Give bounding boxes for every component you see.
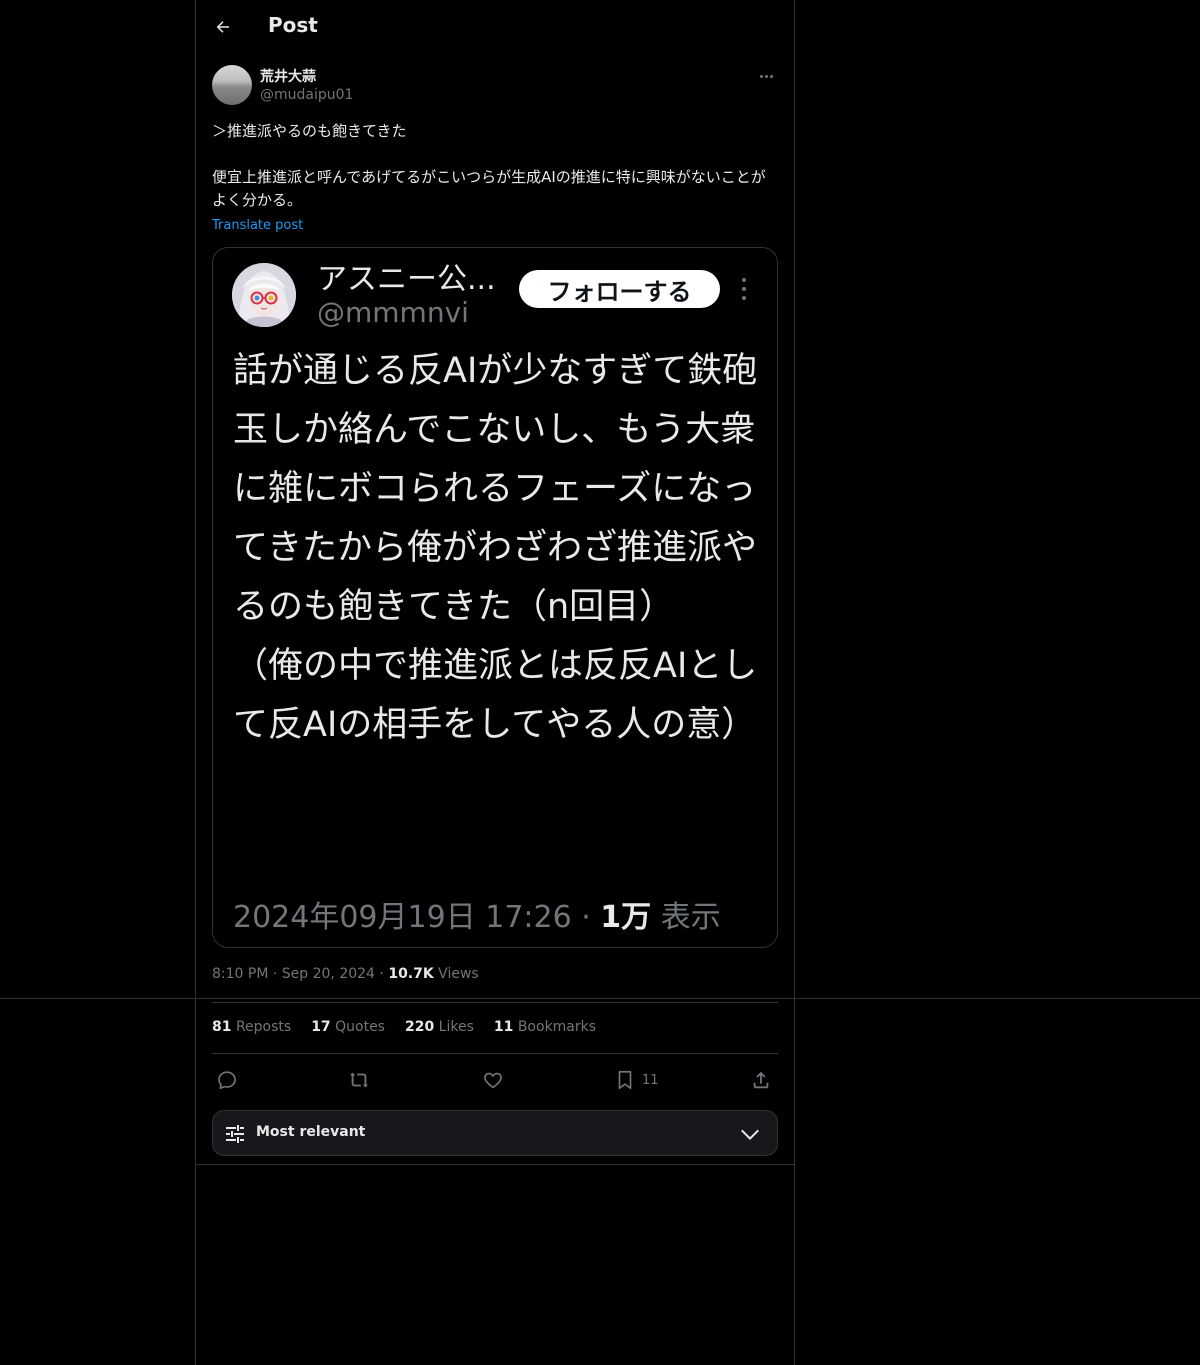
quoted-post-text: 話が通じる反AIが少なすぎて鉄砲玉しか絡んでこないし、もう大衆に雑にボコられるフ… [233,351,758,745]
anime-avatar-icon [232,263,296,327]
bookmark-count: 11 [642,1072,659,1088]
quoted-more-icon [741,278,747,300]
likes-stat[interactable]: 220 Likes [405,1019,474,1035]
reply-sort-dropdown[interactable]: Most relevant [212,1110,778,1156]
engagement-stats: 81 Reposts 17 Quotes 220 Likes 11 Bookma… [212,1019,596,1035]
views-count: 10.7K [388,966,434,982]
quoted-follow-button: フォローする [519,270,720,308]
bookmark-button[interactable]: 11 [614,1067,659,1093]
reply-icon [218,1071,236,1090]
chevron-down-icon [741,1129,759,1141]
post-author: 荒井大蒜 @mudaipu01 [212,64,778,108]
post-timestamp: 8:10 PM · Sep 20, 2024 · 10.7K Views [212,966,479,982]
quoted-post-image[interactable]: アスニー公... @mmmnvi フォローする 話が通じる反AIが少なすぎて鉄砲… [212,247,778,948]
reply-button[interactable] [216,1067,238,1093]
avatar[interactable] [212,65,252,105]
translate-post-link[interactable]: Translate post [212,218,303,233]
quoted-avatar [232,263,296,327]
post-date[interactable]: Sep 20, 2024 [282,966,375,982]
heart-icon [484,1072,502,1089]
stats-bottom-divider [212,1053,778,1054]
bookmark-icon [618,1070,632,1090]
quoted-author-handle: @mmmnvi [317,296,469,329]
back-arrow-icon [216,21,229,33]
action-bar: 11 [212,1063,778,1097]
more-options-button[interactable] [754,66,778,86]
share-button[interactable] [750,1067,772,1093]
more-dot-icon [764,74,768,78]
bookmarks-stat[interactable]: 11 Bookmarks [494,1019,596,1035]
post-text: ＞推進派やるのも飽きてきた 便宜上推進派と呼んであげてるがこいつらが生成AIの推… [212,122,766,209]
quoted-timestamp: 2024年09月19日 17:26 [233,900,572,935]
quoted-views-label: 表示 [660,900,721,935]
author-name[interactable]: 荒井大蒜 [260,66,316,86]
page-title: Post [268,13,318,37]
like-button[interactable] [482,1067,504,1093]
more-dot-icon [769,74,773,78]
post-time[interactable]: 8:10 PM [212,966,268,982]
quoted-post-meta: 2024年09月19日 17:26 · 1万 表示 [233,900,721,935]
quoted-author-name: アスニー公... [317,262,496,297]
top-bar: Post [196,0,794,54]
sliders-icon [226,1125,244,1143]
quotes-stat[interactable]: 17 Quotes [311,1019,385,1035]
repost-button[interactable] [348,1067,370,1093]
share-icon [753,1071,769,1089]
quoted-views-count: 1万 [600,900,652,935]
views-label: Views [438,966,479,982]
stats-top-divider [212,1002,778,1003]
sort-label: Most relevant [256,1124,366,1140]
author-handle[interactable]: @mudaipu01 [260,87,353,103]
section-bottom-divider [196,1164,794,1165]
back-button[interactable] [210,14,236,40]
more-dot-icon [759,74,763,78]
primary-column: Post 荒井大蒜 @mudaipu01 ＞推進派やるのも飽きてきた 便宜上推進… [195,0,795,1365]
repost-icon [349,1072,369,1088]
reposts-stat[interactable]: 81 Reposts [212,1019,291,1035]
